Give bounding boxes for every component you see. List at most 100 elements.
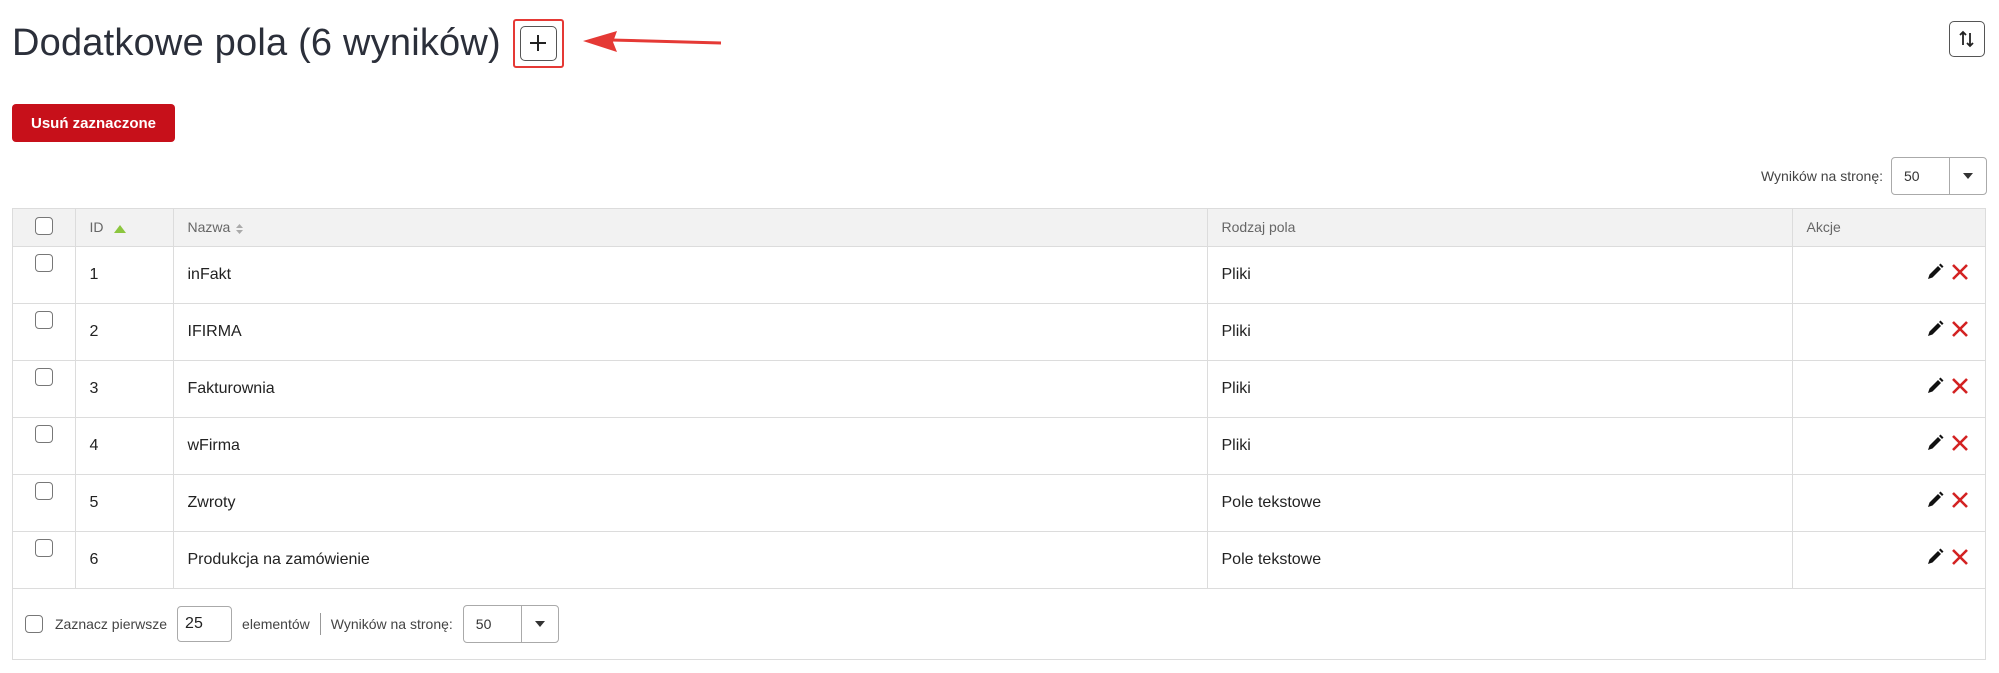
close-icon [1952, 264, 1968, 280]
delete-button[interactable] [1951, 320, 1969, 343]
page-title: Dodatkowe pola (6 wyników) [12, 21, 501, 64]
row-type: Pliki [1207, 246, 1793, 304]
row-actions [1792, 303, 1985, 361]
edit-button[interactable] [1925, 262, 1945, 287]
edit-button[interactable] [1925, 376, 1945, 401]
row-type: Pole tekstowe [1207, 474, 1793, 532]
row-select-cell [13, 246, 76, 304]
caret-down-icon [534, 620, 545, 627]
close-icon [1952, 435, 1968, 451]
per-page-caret[interactable] [1950, 158, 1986, 194]
pencil-icon [1928, 434, 1944, 450]
per-page-select[interactable]: 50 [1891, 157, 1987, 195]
pencil-icon [1928, 491, 1944, 507]
delete-button[interactable] [1951, 434, 1969, 457]
add-button-highlight [512, 18, 564, 68]
edit-button[interactable] [1925, 490, 1945, 515]
edit-button[interactable] [1925, 319, 1945, 344]
sort-toggle-icon [1959, 30, 1974, 48]
row-actions [1792, 417, 1985, 475]
row-actions [1792, 474, 1985, 532]
table-row: 1 inFakt Pliki [13, 246, 1985, 304]
delete-button[interactable] [1951, 263, 1969, 286]
per-page-label: Wyników na stronę: [1760, 168, 1883, 184]
edit-button[interactable] [1925, 433, 1945, 458]
row-id: 1 [75, 246, 174, 304]
caret-down-icon [1963, 173, 1973, 179]
close-icon [1952, 549, 1968, 565]
row-select-cell [13, 303, 76, 361]
select-all-cell [13, 209, 76, 247]
row-select-cell [13, 474, 76, 532]
row-checkbox[interactable] [34, 311, 53, 329]
table-footer: Zaznacz pierwsze elementów Wyników na st… [13, 589, 1985, 659]
row-name: Zwroty [173, 474, 1208, 532]
column-name[interactable]: Nazwa [173, 209, 1208, 247]
row-type: Pliki [1207, 360, 1793, 418]
add-field-button[interactable] [519, 25, 557, 61]
row-checkbox[interactable] [34, 254, 53, 272]
sort-both-icon [236, 223, 244, 234]
select-first-label: Zaznacz pierwsze [55, 615, 168, 632]
pencil-icon [1928, 320, 1944, 336]
arrow-left-icon [583, 31, 722, 52]
pencil-icon [1928, 377, 1944, 393]
row-type: Pole tekstowe [1207, 531, 1793, 589]
table-row: 6 Produkcja na zamówienie Pole tekstowe [13, 531, 1985, 589]
close-icon [1952, 321, 1968, 337]
delete-button[interactable] [1951, 377, 1969, 400]
sort-toggle-button[interactable] [1949, 21, 1985, 57]
footer-per-page-select[interactable]: 50 [462, 604, 559, 643]
row-actions [1792, 246, 1985, 304]
row-checkbox[interactable] [34, 482, 53, 500]
fields-table: ID Nazwa Rodzaj pola Akcje 1 inFakt Pliki 2… [12, 208, 1986, 660]
row-select-cell [13, 360, 76, 418]
delete-button[interactable] [1951, 491, 1969, 514]
table-row: 3 Fakturownia Pliki [13, 360, 1985, 418]
row-select-cell [13, 531, 76, 589]
row-checkbox[interactable] [34, 425, 53, 443]
plus-icon [530, 35, 547, 51]
footer-per-page-value: 50 [464, 605, 522, 642]
row-type: Pliki [1207, 417, 1793, 475]
row-checkbox[interactable] [34, 539, 53, 557]
row-type: Pliki [1207, 303, 1793, 361]
row-actions [1792, 531, 1985, 589]
row-checkbox[interactable] [34, 368, 53, 386]
column-id[interactable]: ID [75, 209, 174, 247]
table-header-row: ID Nazwa Rodzaj pola Akcje [13, 209, 1985, 247]
pencil-icon [1928, 263, 1944, 279]
page-header: Dodatkowe pola (6 wyników) [12, 14, 564, 72]
row-id: 3 [75, 360, 174, 418]
sort-asc-icon [113, 224, 126, 233]
row-id: 6 [75, 531, 174, 589]
pencil-icon [1928, 548, 1944, 564]
row-name: Fakturownia [173, 360, 1208, 418]
per-page-value: 50 [1892, 158, 1950, 194]
column-type: Rodzaj pola [1207, 209, 1793, 247]
table-row: 2 IFIRMA Pliki [13, 303, 1985, 361]
select-first-checkbox[interactable] [25, 614, 43, 633]
delete-selected-button[interactable]: Usuń zaznaczone [12, 104, 176, 142]
select-first-count-input[interactable] [177, 605, 233, 642]
delete-button[interactable] [1951, 548, 1969, 571]
footer-per-page-caret[interactable] [522, 606, 558, 642]
edit-button[interactable] [1925, 547, 1945, 572]
elements-label: elementów [242, 615, 310, 632]
row-id: 4 [75, 417, 174, 475]
row-name: IFIRMA [173, 303, 1208, 361]
select-all-checkbox[interactable] [34, 216, 53, 235]
close-icon [1952, 492, 1968, 508]
row-name: inFakt [173, 246, 1208, 304]
row-id: 5 [75, 474, 174, 532]
table-row: 4 wFirma Pliki [13, 417, 1985, 475]
row-name: wFirma [173, 417, 1208, 475]
footer-per-page-label: Wyników na stronę: [330, 615, 453, 632]
divider [319, 612, 321, 635]
per-page-top: Wyników na stronę: 50 [1761, 157, 1987, 195]
row-select-cell [13, 417, 76, 475]
column-actions: Akcje [1792, 209, 1985, 247]
table-row: 5 Zwroty Pole tekstowe [13, 474, 1985, 532]
close-icon [1952, 378, 1968, 394]
row-actions [1792, 360, 1985, 418]
